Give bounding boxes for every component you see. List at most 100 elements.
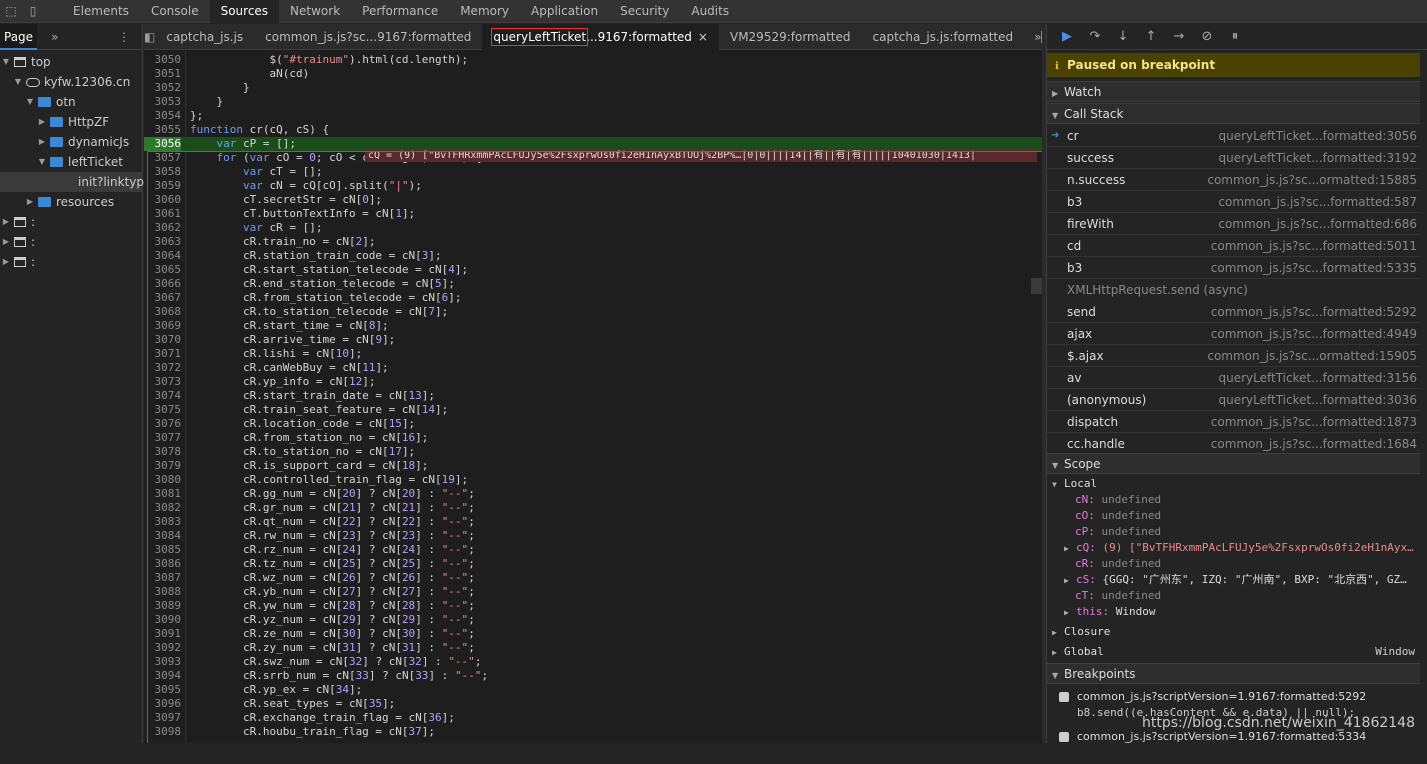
tab-network[interactable]: Network (279, 0, 351, 23)
chevron-down-icon[interactable]: ▼ (24, 92, 36, 112)
line-number[interactable]: 3058 (144, 165, 182, 179)
call-frame[interactable]: (anonymous) queryLeftTicket...formatted:3… (1047, 389, 1420, 411)
chevron-down-icon[interactable]: ▼ (12, 72, 24, 92)
tree-item[interactable]: ▼ otn (0, 92, 143, 112)
line-number[interactable]: 3060 (144, 193, 182, 207)
line-number[interactable]: 3074 (144, 389, 182, 403)
line-number[interactable]: 3076 (144, 417, 182, 431)
step-over-icon[interactable]: ↷ (1081, 29, 1109, 44)
tab-security[interactable]: Security (609, 0, 680, 23)
frame-location[interactable]: common_js.js?sc...ormatted:15905 (1207, 345, 1417, 367)
line-number[interactable]: 3078 (144, 445, 182, 459)
navigator-menu-icon[interactable]: ⋮ (118, 30, 130, 44)
tab-memory[interactable]: Memory (449, 0, 520, 23)
breakpoint-checkbox[interactable] (1059, 732, 1069, 742)
scope-variable[interactable]: cN: undefined (1047, 492, 1420, 508)
chevron-right-icon[interactable]: ▶ (36, 132, 48, 152)
chevron-down-icon[interactable]: ▼ (0, 52, 12, 72)
line-number[interactable]: 3090 (144, 613, 182, 627)
scope-variable[interactable]: cP: undefined (1047, 524, 1420, 540)
line-number[interactable]: 3092 (144, 641, 182, 655)
call-frame[interactable]: send common_js.js?sc...formatted:5292 (1047, 301, 1420, 323)
line-number[interactable]: 3053 (144, 95, 182, 109)
inspect-element-icon[interactable]: ⬚ (0, 0, 22, 23)
line-number[interactable]: 3063 (144, 235, 182, 249)
line-number[interactable]: 3096 (144, 697, 182, 711)
line-number[interactable]: 3080 (144, 473, 182, 487)
tab-page[interactable]: Page (0, 23, 38, 50)
call-frame[interactable]: b3 common_js.js?sc...formatted:5335 (1047, 257, 1420, 279)
tree-item[interactable]: ▼ kyfw.12306.cn (0, 72, 143, 92)
line-number[interactable]: 3088 (144, 585, 182, 599)
scope-variable[interactable]: cR: undefined (1047, 556, 1420, 572)
line-number[interactable]: 3091 (144, 627, 182, 641)
line-number[interactable]: 3077 (144, 431, 182, 445)
watch-header[interactable]: ▶ Watch (1047, 81, 1420, 102)
line-number[interactable]: 3055 (144, 123, 182, 137)
line-number[interactable]: 3087 (144, 571, 182, 585)
call-frame[interactable]: ajax common_js.js?sc...formatted:4949 (1047, 323, 1420, 345)
chevron-right-icon[interactable]: ▶ (0, 252, 12, 272)
line-number[interactable]: 3098 (144, 725, 182, 739)
line-number[interactable]: 3095 (144, 683, 182, 697)
line-number[interactable]: 3051 (144, 67, 182, 81)
line-number[interactable]: 3057 (144, 151, 182, 165)
frame-location[interactable]: queryLeftTicket...formatted:3036 (1219, 389, 1418, 411)
toggle-navigator-icon[interactable]: ◧ (144, 30, 155, 44)
deactivate-breakpoints-icon[interactable]: ⊘ (1193, 29, 1221, 44)
line-number[interactable]: 3072 (144, 361, 182, 375)
editor-tab[interactable]: captcha_js.js (155, 24, 254, 50)
tab-application[interactable]: Application (520, 0, 609, 23)
call-frame[interactable]: $.ajax common_js.js?sc...ormatted:15905 (1047, 345, 1420, 367)
scope-variable[interactable]: cT: undefined (1047, 588, 1420, 604)
scope-variable[interactable]: ▶ cQ: (9) ["BvTFHRxmmPAcLFUJy5e%2FsxprwOs… (1047, 540, 1420, 556)
editor-tab[interactable]: common_js.js?sc...9167:formatted (254, 24, 482, 50)
frame-location[interactable]: queryLeftTicket...formatted:3056 (1219, 125, 1418, 147)
call-frame[interactable]: b3 common_js.js?sc...formatted:587 (1047, 191, 1420, 213)
line-number[interactable]: 3056 (144, 137, 181, 151)
editor-tab[interactable]: queryLeftTicket...9167:formatted × (482, 23, 719, 50)
line-number[interactable]: 3059 (144, 179, 182, 193)
line-number[interactable]: 3089 (144, 599, 182, 613)
line-number[interactable]: 3071 (144, 347, 182, 361)
device-toolbar-icon[interactable]: ▯ (22, 0, 44, 23)
line-number[interactable]: 3061 (144, 207, 182, 221)
line-number[interactable]: 3086 (144, 557, 182, 571)
chevron-right-icon[interactable]: ▶ (0, 232, 12, 252)
tree-item[interactable]: ▶ HttpZF (0, 112, 143, 132)
frame-location[interactable]: common_js.js?sc...formatted:5292 (1211, 301, 1417, 323)
line-number[interactable]: 3084 (144, 529, 182, 543)
line-number[interactable]: 3064 (144, 249, 182, 263)
editor-tab[interactable]: VM29529:formatted (719, 24, 862, 50)
call-frame[interactable]: ➜ cr queryLeftTicket...formatted:3056 (1047, 125, 1420, 147)
line-number[interactable]: 3067 (144, 291, 182, 305)
chevron-right-icon[interactable]: ▶ (36, 112, 48, 132)
editor-tab[interactable]: captcha_js.js:formatted (862, 24, 1025, 50)
frame-location[interactable]: common_js.js?sc...formatted:1873 (1211, 411, 1417, 433)
tab-performance[interactable]: Performance (351, 0, 449, 23)
breakpoint-item[interactable]: common_js.js?scriptVersion=1.9167:format… (1047, 730, 1420, 764)
frame-location[interactable]: common_js.js?sc...ormatted:15885 (1207, 169, 1417, 191)
frame-location[interactable]: common_js.js?sc...formatted:587 (1218, 191, 1417, 213)
scope-variable[interactable]: ▶ this: Window (1047, 604, 1420, 620)
tab-console[interactable]: Console (140, 0, 210, 23)
line-number[interactable]: 3054 (144, 109, 182, 123)
frame-location[interactable]: common_js.js?sc...formatted:1684 (1211, 433, 1417, 455)
scope-local[interactable]: ▼ Local (1047, 476, 1420, 492)
scope-header[interactable]: ▼ Scope (1047, 453, 1420, 474)
line-number[interactable]: 3065 (144, 263, 182, 277)
code-area[interactable]: 3098 cR.houbu_train_flag = cN[37]; 3097 c… (144, 51, 1045, 743)
frame-location[interactable]: common_js.js?sc...formatted:4949 (1211, 323, 1417, 345)
line-number[interactable]: 3068 (144, 305, 182, 319)
frame-location[interactable]: common_js.js?sc...formatted:686 (1218, 213, 1417, 235)
scope-variable[interactable]: cO: undefined (1047, 508, 1420, 524)
chevron-right-icon[interactable]: ▶ (0, 212, 12, 232)
call-stack-header[interactable]: ▼ Call Stack (1047, 103, 1420, 124)
line-number[interactable]: 3093 (144, 655, 182, 669)
call-frame[interactable]: fireWith common_js.js?sc...formatted:686 (1047, 213, 1420, 235)
line-number[interactable]: 3066 (144, 277, 182, 291)
call-frame[interactable]: success queryLeftTicket...formatted:3192 (1047, 147, 1420, 169)
line-number[interactable]: 3062 (144, 221, 182, 235)
scope-global[interactable]: ▶ Global Window (1047, 644, 1420, 660)
chevron-right-icon[interactable]: ▶ (24, 192, 36, 212)
